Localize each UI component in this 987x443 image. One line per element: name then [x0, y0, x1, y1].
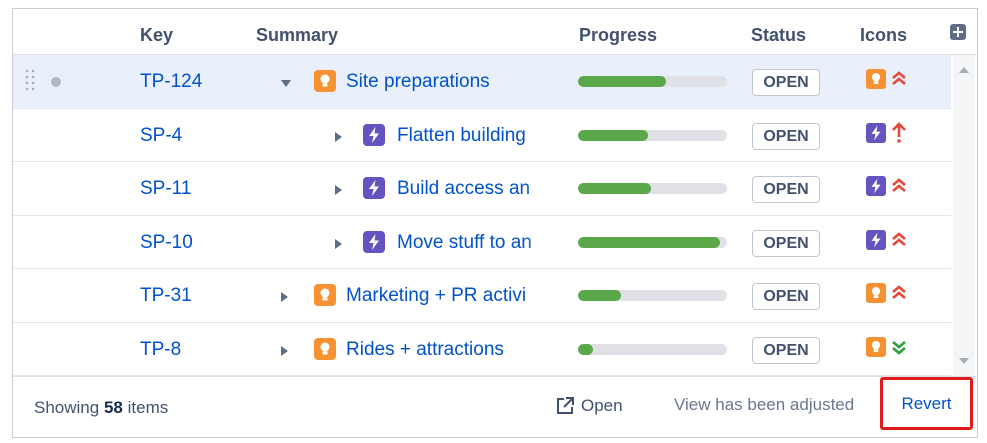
progress-fill: [578, 343, 593, 355]
table-row[interactable]: SP-10 Move stuff to an OPEN: [13, 216, 951, 269]
progress-bar: [578, 236, 727, 248]
issue-type-story-icon: [866, 283, 886, 303]
column-header-summary[interactable]: Summary: [256, 25, 338, 46]
status-badge[interactable]: OPEN: [752, 229, 820, 257]
showing-suffix: items: [127, 398, 169, 417]
collapse-toggle-icon[interactable]: [281, 80, 291, 87]
story-icon: [314, 284, 336, 306]
view-adjusted-text: View has been adjusted: [674, 395, 855, 414]
column-header-status[interactable]: Status: [751, 25, 806, 46]
structure-table: Key Summary Progress Status Icons TP-124…: [12, 8, 978, 438]
story-icon: [314, 337, 336, 360]
issue-summary[interactable]: Site preparations: [346, 71, 565, 95]
table-row[interactable]: SP-11 Build access an OPEN: [13, 162, 951, 216]
epic-icon: [363, 230, 385, 253]
progress-fill: [578, 236, 720, 248]
status-badge[interactable]: OPEN: [752, 122, 820, 150]
epic-icon: [363, 177, 385, 199]
scroll-up-icon[interactable]: [959, 67, 969, 73]
issue-key[interactable]: TP-124: [140, 71, 202, 93]
issue-summary[interactable]: Build access an: [397, 178, 565, 202]
table-footer: Showing 58 items Open View has been adju…: [13, 376, 977, 437]
external-link-icon: [557, 397, 574, 414]
progress-bar: [578, 129, 727, 141]
priority-highest-icon: [889, 282, 909, 304]
priority-highest-icon: [889, 175, 909, 197]
issue-summary[interactable]: Marketing + PR activi: [346, 285, 565, 309]
status-badge[interactable]: OPEN: [752, 69, 820, 96]
scroll-down-icon[interactable]: [959, 358, 969, 364]
progress-fill: [578, 129, 649, 141]
progress-bar: [578, 76, 727, 87]
revert-button[interactable]: Revert: [880, 377, 973, 430]
progress-bar: [578, 290, 727, 301]
table-row[interactable]: TP-8 Rides + attractions OPEN: [13, 323, 951, 376]
progress-fill: [578, 290, 622, 301]
issue-type-story-icon: [866, 69, 886, 89]
priority-lowest-icon: [889, 336, 909, 358]
issue-key[interactable]: SP-11: [140, 178, 191, 200]
issue-summary[interactable]: Rides + attractions: [346, 339, 565, 363]
expand-toggle-icon[interactable]: [335, 238, 342, 249]
expand-toggle-icon[interactable]: [281, 345, 288, 356]
epic-icon: [363, 123, 385, 146]
table-row[interactable]: SP-4 Flatten building OPEN: [13, 109, 951, 162]
open-button[interactable]: Open: [555, 393, 623, 419]
issue-key[interactable]: TP-31: [140, 285, 192, 307]
progress-fill: [578, 183, 651, 194]
open-button-label: Open: [581, 396, 623, 415]
table-body: TP-124 Site preparations OPEN SP-4 Flatten b…: [13, 55, 951, 376]
expand-toggle-icon[interactable]: [335, 185, 342, 195]
priority-highest-icon: [889, 229, 909, 251]
row-dot-icon: [51, 77, 61, 87]
issue-type-epic-icon: [866, 176, 886, 196]
add-column-icon[interactable]: [950, 24, 966, 40]
progress-fill: [578, 76, 666, 87]
drag-handle-icon[interactable]: [24, 68, 36, 92]
progress-bar: [578, 343, 727, 355]
issue-key[interactable]: SP-4: [140, 125, 182, 147]
table-row[interactable]: TP-31 Marketing + PR activi OPEN: [13, 269, 951, 323]
progress-bar: [578, 183, 727, 194]
issue-type-epic-icon: [866, 229, 886, 250]
column-header-progress[interactable]: Progress: [579, 25, 657, 46]
table-row[interactable]: TP-124 Site preparations OPEN: [13, 55, 951, 109]
expand-toggle-icon[interactable]: [335, 131, 342, 142]
showing-prefix: Showing: [34, 398, 100, 417]
status-badge[interactable]: OPEN: [752, 176, 820, 203]
vertical-scrollbar[interactable]: [953, 55, 975, 376]
column-header-icons[interactable]: Icons: [860, 25, 907, 46]
issue-key[interactable]: SP-10: [140, 232, 193, 254]
status-badge[interactable]: OPEN: [752, 283, 820, 310]
issue-key[interactable]: TP-8: [140, 339, 181, 361]
issue-summary[interactable]: Flatten building: [397, 124, 565, 149]
issue-type-epic-icon: [866, 122, 886, 143]
expand-toggle-icon[interactable]: [281, 292, 288, 302]
issue-summary[interactable]: Move stuff to an: [397, 231, 565, 256]
priority-blocker-icon: [889, 121, 909, 144]
showing-count: 58: [103, 398, 123, 417]
issue-type-story-icon: [866, 336, 886, 357]
priority-highest-icon: [889, 68, 909, 90]
items-count-text: Showing 58 items: [34, 398, 168, 418]
story-icon: [314, 70, 336, 92]
status-badge[interactable]: OPEN: [752, 336, 820, 364]
table-header: Key Summary Progress Status Icons: [13, 9, 977, 55]
column-header-key[interactable]: Key: [140, 25, 173, 46]
